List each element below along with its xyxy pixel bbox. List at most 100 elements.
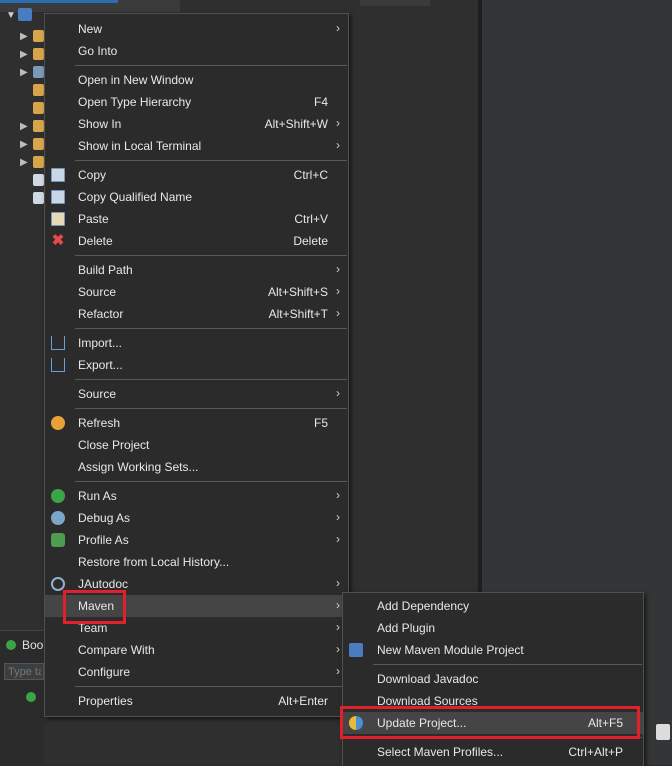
menu-item-select-maven-profiles[interactable]: Select Maven Profiles... Ctrl+Alt+P xyxy=(343,741,643,763)
menu-item-compare-with[interactable]: Compare With › xyxy=(45,639,348,661)
menu-item-new-maven-module-project[interactable]: New Maven Module Project xyxy=(343,639,643,661)
menu-item-label: Run As xyxy=(78,489,117,503)
menu-separator xyxy=(75,255,347,256)
menu-item-import[interactable]: Import... xyxy=(45,332,348,354)
menu-item-paste[interactable]: Paste Ctrl+V xyxy=(45,208,348,230)
menu-item-label: Source xyxy=(78,285,117,299)
maven-submenu: Add Dependency Add Plugin New Maven Modu… xyxy=(342,592,644,766)
menu-item-refresh[interactable]: Refresh F5 xyxy=(45,412,348,434)
tree-item[interactable]: ▶ xyxy=(0,154,44,172)
menu-item-download-javadoc[interactable]: Download Javadoc xyxy=(343,668,643,690)
menu-item-shortcut: Ctrl+V xyxy=(294,212,328,226)
debug-icon xyxy=(51,511,65,525)
menu-item-label: Download Javadoc xyxy=(377,672,479,686)
menu-item-label: Download Sources xyxy=(377,694,478,708)
file-icon xyxy=(33,174,44,186)
menu-item-source[interactable]: Source Alt+Shift+S › xyxy=(45,281,348,303)
menu-item-go-into[interactable]: Go Into xyxy=(45,40,348,62)
menu-item-copy-qualified-name[interactable]: Copy Qualified Name xyxy=(45,186,348,208)
menu-item-new[interactable]: New › xyxy=(45,18,348,40)
chevron-right-icon[interactable]: ▶ xyxy=(20,31,28,43)
menu-item-properties[interactable]: Properties Alt+Enter xyxy=(45,690,348,712)
menu-item-label: Maven xyxy=(78,599,115,613)
maven-module-icon xyxy=(349,643,363,657)
menu-item-label: Assign Working Sets... xyxy=(78,460,199,474)
submenu-arrow-icon: › xyxy=(336,598,340,612)
menu-item-label: Properties xyxy=(78,694,133,708)
menu-item-update-project[interactable]: Update Project... Alt+F5 xyxy=(343,712,643,734)
filter-input[interactable] xyxy=(4,663,44,680)
tree-item[interactable] xyxy=(0,100,44,118)
menu-item-refactor[interactable]: Refactor Alt+Shift+T › xyxy=(45,303,348,325)
menu-item-delete[interactable]: ✖ Delete Delete xyxy=(45,230,348,252)
expand-arrow-icon[interactable]: ▼ xyxy=(6,10,16,21)
menu-item-close-project[interactable]: Close Project xyxy=(45,434,348,456)
menu-item-label: Configure xyxy=(78,665,131,679)
menu-item-assign-working-sets[interactable]: Assign Working Sets... xyxy=(45,456,348,478)
menu-item-label: Open in New Window xyxy=(78,73,194,87)
tree-item[interactable]: ▶ xyxy=(0,64,44,82)
tree-item[interactable] xyxy=(0,172,44,190)
menu-item-source-2[interactable]: Source › xyxy=(45,383,348,405)
paste-icon xyxy=(51,212,65,226)
menu-item-download-sources[interactable]: Download Sources xyxy=(343,690,643,712)
menu-item-show-in[interactable]: Show In Alt+Shift+W › xyxy=(45,113,348,135)
panel-tab-label[interactable]: Boo xyxy=(22,638,43,652)
run-icon xyxy=(51,489,65,503)
menu-item-debug-as[interactable]: Debug As › xyxy=(45,507,348,529)
tree-item[interactable]: ▶ xyxy=(0,46,44,64)
menu-item-label: Team xyxy=(78,621,108,635)
menu-item-add-dependency[interactable]: Add Dependency xyxy=(343,595,643,617)
menu-item-run-as[interactable]: Run As › xyxy=(45,485,348,507)
submenu-arrow-icon: › xyxy=(336,116,340,130)
menu-item-jautodoc[interactable]: JAutodoc › xyxy=(45,573,348,595)
menu-item-open-type-hierarchy[interactable]: Open Type Hierarchy F4 xyxy=(45,91,348,113)
menu-item-label: Delete xyxy=(78,234,113,248)
menu-item-label: New Maven Module Project xyxy=(377,643,524,657)
chevron-right-icon[interactable]: ▶ xyxy=(20,139,28,151)
folder-icon xyxy=(33,156,44,168)
menu-item-open-in-new-window[interactable]: Open in New Window xyxy=(45,69,348,91)
menu-item-restore-from-local-history[interactable]: Restore from Local History... xyxy=(45,551,348,573)
project-icon[interactable] xyxy=(18,8,32,21)
menu-item-shortcut: Alt+Shift+T xyxy=(268,307,328,321)
menu-item-build-path[interactable]: Build Path › xyxy=(45,259,348,281)
chevron-right-icon[interactable]: ▶ xyxy=(20,157,28,169)
tree-item[interactable] xyxy=(0,190,44,208)
chevron-right-icon[interactable]: ▶ xyxy=(20,49,28,61)
chevron-right-icon[interactable]: ▶ xyxy=(20,121,28,133)
tree-item[interactable] xyxy=(0,82,44,100)
menu-item-label: Refresh xyxy=(78,416,121,430)
jautodoc-icon xyxy=(51,577,65,591)
menu-item-configure[interactable]: Configure › xyxy=(45,661,348,683)
submenu-arrow-icon: › xyxy=(336,21,340,35)
menu-item-label: Export... xyxy=(78,358,123,372)
menu-item-team[interactable]: Team › xyxy=(45,617,348,639)
copy-icon xyxy=(51,168,65,182)
menu-item-export[interactable]: Export... xyxy=(45,354,348,376)
server-status-icon xyxy=(26,692,36,702)
menu-item-label: Copy Qualified Name xyxy=(78,190,193,204)
menu-item-show-in-local-terminal[interactable]: Show in Local Terminal › xyxy=(45,135,348,157)
tree-item[interactable]: ▶ xyxy=(0,136,44,154)
menu-item-label: Add Dependency xyxy=(377,599,470,613)
clipboard-icon[interactable] xyxy=(656,724,670,740)
menu-item-label: Show In xyxy=(78,117,122,131)
copy-qualified-name-icon xyxy=(51,190,65,204)
menu-item-profile-as[interactable]: Profile As › xyxy=(45,529,348,551)
tree-item[interactable]: ▶ xyxy=(0,118,44,136)
menu-item-add-plugin[interactable]: Add Plugin xyxy=(343,617,643,639)
submenu-arrow-icon: › xyxy=(336,138,340,152)
folder-icon xyxy=(33,30,44,42)
delete-icon: ✖ xyxy=(51,232,65,249)
menu-item-copy[interactable]: Copy Ctrl+C xyxy=(45,164,348,186)
menu-item-maven[interactable]: Maven › xyxy=(45,595,348,617)
tree-item[interactable]: ▶ xyxy=(0,28,44,46)
menu-item-label: Source xyxy=(78,387,117,401)
submenu-arrow-icon: › xyxy=(336,576,340,590)
chevron-right-icon[interactable]: ▶ xyxy=(20,67,28,79)
submenu-arrow-icon: › xyxy=(336,620,340,634)
submenu-arrow-icon: › xyxy=(336,284,340,298)
menu-separator xyxy=(75,160,347,161)
menu-item-label: Refactor xyxy=(78,307,124,321)
